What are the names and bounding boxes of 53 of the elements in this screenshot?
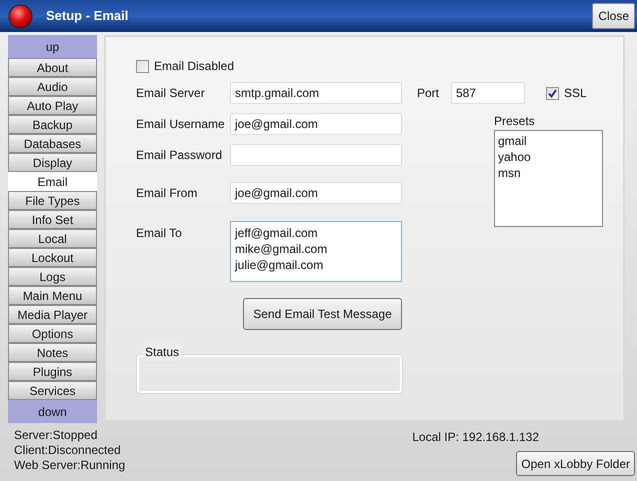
input-field[interactable]: joe@gmail.com [230,182,402,204]
send-test-button[interactable]: Send Email Test Message [243,298,402,330]
status-text: Web Server:Running [14,458,126,473]
presets-list[interactable]: gmail yahoo msn [494,130,603,227]
sidebar-item[interactable]: Databases [8,134,97,153]
recipient-text: mike@gmail.com [235,241,328,257]
scroll-button[interactable]: up [8,35,97,58]
sidebar-item[interactable]: Email [8,172,97,191]
input-field[interactable]: 587 [451,82,525,104]
input-field[interactable]: smtp.gmail.com [230,82,402,104]
field-label: Email Server [136,85,206,102]
sidebar-item[interactable]: Lockout [8,248,97,267]
sidebar-item[interactable]: Main Menu [8,286,97,305]
field-label: Email From [136,185,198,202]
sidebar-item[interactable]: Services [8,381,97,400]
checkbox[interactable] [136,60,149,72]
checkbox[interactable] [546,86,559,100]
status-text: Server:Stopped [14,428,98,443]
checkbox-label: Email Disabled [154,58,234,75]
scroll-button[interactable]: down [8,400,97,423]
sidebar-item[interactable]: Local [8,229,97,248]
sidebar-item[interactable]: Media Player [8,305,97,324]
status-text: Client:Disconnected [14,443,122,458]
checkbox-label: SSL [564,85,587,102]
sidebar-item[interactable]: File Types [8,191,97,210]
field-label: Email Password [136,147,224,164]
recipient-text: julie@gmail.com [235,257,324,273]
sidebar-item[interactable]: Audio [8,77,97,96]
sidebar-item[interactable]: Info Set [8,210,97,229]
field-label: Email Username [136,116,226,133]
sidebar-item[interactable]: Backup [8,115,97,134]
sidebar-item[interactable]: Auto Play [8,96,97,115]
sidebar-item[interactable]: Display [8,153,97,172]
list-item[interactable]: msn [498,165,599,181]
open-folder-button[interactable]: Open xLobby Folder [516,451,635,476]
field-label: Port [417,85,440,102]
window-title: Setup - Email [46,7,128,26]
sidebar-item[interactable]: Plugins [8,362,97,381]
close-button[interactable]: Close [592,3,635,29]
sidebar-item[interactable]: Logs [8,267,97,286]
app-orb-icon [8,4,33,28]
recipient-text: jeff@gmail.com [235,225,319,241]
list-item[interactable]: yahoo [498,149,599,165]
field-label: Email To [136,225,183,242]
local-ip-text: Local IP: 192.168.1.132 [412,429,539,446]
input-field[interactable] [230,144,402,166]
list-item[interactable]: gmail [498,133,599,149]
sidebar-item[interactable]: Notes [8,343,97,362]
presets-label: Presets [494,113,536,130]
sidebar-item[interactable]: Options [8,324,97,343]
sidebar-item[interactable]: About [8,58,97,77]
input-field[interactable]: joe@gmail.com [230,113,402,135]
recipients-field[interactable]: jeff@gmail.com mike@gmail.com julie@gmail.com [230,221,402,282]
